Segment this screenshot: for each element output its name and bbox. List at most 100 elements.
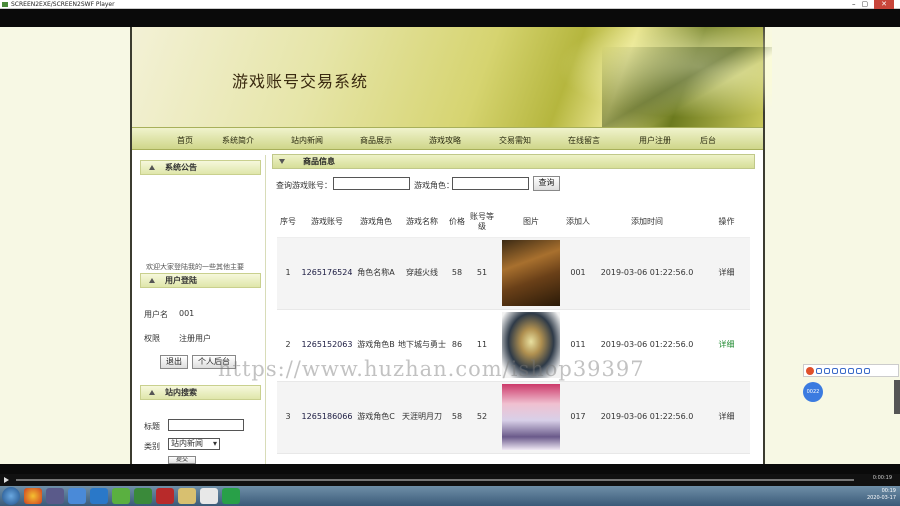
clock-time: 00:19 [881,488,896,494]
app-icon[interactable] [112,488,130,504]
window-title: SCREEN2EXE/SCREEN2SWF Player [11,1,115,8]
role-search-label: 游戏角色： [414,181,454,190]
ime-keyboard-icon[interactable] [848,367,854,374]
window-titlebar: SCREEN2EXE/SCREEN2SWF Player [0,0,900,9]
app-icon[interactable] [46,488,64,504]
row-image-cell [497,381,565,454]
ime-tools-icon[interactable] [864,367,870,374]
row-level: 51 [467,237,497,310]
ime-skin-icon[interactable] [856,367,862,374]
role-search-input[interactable] [452,177,529,190]
app-icon [2,2,8,7]
seek-bar[interactable] [16,479,854,481]
row-account: 1265176524 [299,237,355,310]
floating-badge[interactable]: 0022 [803,382,823,402]
goods-table: 序号 游戏账号 游戏角色 游戏名称 价格 账号等级 图片 添加人 添加时间 操作… [277,208,750,454]
notice-title: 系统公告 [165,163,197,172]
account-label: 游戏账号： [292,181,332,190]
minimize-button[interactable]: – [852,0,856,9]
sogou-icon[interactable] [806,366,814,375]
col-time: 添加时间 [591,208,703,238]
watermark-url: https://www.huzhan.com/ishop39397 [218,357,645,381]
col-action: 操作 [703,208,750,238]
nav-about[interactable]: 系统简介 [222,135,254,146]
login-title: 用户登陆 [165,276,197,285]
row-level: 52 [467,381,497,454]
browser-icon[interactable] [90,488,108,504]
player-bottom-margin [0,464,900,474]
search-category-select[interactable]: 站内新闻 ▾ [168,438,220,450]
table-header-row: 序号 游戏账号 游戏角色 游戏名称 价格 账号等级 图片 添加人 添加时间 操作 [277,208,750,238]
nav-guides[interactable]: 游戏攻略 [429,135,461,146]
ime-mode-icon[interactable] [816,367,822,374]
nav-messages[interactable]: 在线留言 [568,135,600,146]
table-row: 3 1265186066 游戏角色C 天涯明月刀 58 52 017 2019-… [277,381,750,454]
goods-panel-head: 商品信息 [272,154,755,169]
row-game: 天涯明月刀 [397,381,447,454]
role-value: 注册用户 [179,334,211,343]
chrome-icon[interactable] [24,488,42,504]
detail-link[interactable]: 详细 [703,237,750,310]
nav-admin[interactable]: 后台 [700,135,716,146]
col-level: 账号等级 [467,208,497,238]
search-panel-head: 站内搜索 [140,385,261,400]
ime-emoji-icon[interactable] [832,367,838,374]
start-button[interactable] [2,487,20,505]
col-account: 游戏账号 [299,208,355,238]
maximize-button[interactable]: ▢ [862,0,869,9]
ime-toolbar [803,364,899,377]
clock-date: 2020-03-17 [866,495,896,501]
spreadsheet-icon[interactable] [134,488,152,504]
nav-home[interactable]: 首页 [177,135,193,146]
nav-trade-notes[interactable]: 交易需知 [499,135,531,146]
chevron-down-icon: ▾ [212,439,217,448]
role-label: 权限 [144,334,160,343]
login-panel-head: 用户登陆 [140,273,261,288]
row-account: 1265186066 [299,381,355,454]
row-price: 58 [447,237,467,310]
row-no: 1 [277,237,299,310]
nav-products[interactable]: 商品展示 [360,135,392,146]
row-no: 3 [277,381,299,454]
ime-voice-icon[interactable] [840,367,846,374]
search-title-input[interactable] [168,419,244,431]
scrollbar-thumb[interactable] [894,380,900,414]
search-submit-button[interactable]: 提交 [168,456,196,464]
app-icon[interactable] [68,488,86,504]
ime-punct-icon[interactable] [824,367,830,374]
site-banner: 游戏账号交易系统 [132,27,772,127]
site-title: 游戏账号交易系统 [232,72,369,91]
logout-button[interactable]: 退出 [160,355,188,369]
col-no: 序号 [277,208,299,238]
folder-icon[interactable] [178,488,196,504]
nav-register[interactable]: 用户注册 [639,135,671,146]
game-poster-image [502,384,560,450]
triangle-down-icon [279,159,285,164]
query-label: 查询 [276,181,292,190]
table-row: 1 1265176524 角色名称A 穿越火线 58 51 001 2019-0… [277,237,750,310]
col-image: 图片 [497,208,565,238]
player-top-margin [0,9,900,27]
account-search-input[interactable] [333,177,410,190]
system-tray: 00:19 2020-03-17 [867,488,896,502]
username-value: 001 [179,309,195,318]
row-time: 2019-03-06 01:22:56.0 [591,381,703,454]
search-title: 站内搜索 [165,388,197,397]
query-button[interactable]: 查询 [533,176,560,191]
flash-icon[interactable] [156,488,174,504]
page-background-right [765,27,900,464]
detail-link[interactable]: 详细 [703,309,750,382]
triangle-icon [149,165,155,170]
triangle-icon [149,278,155,283]
col-adder: 添加人 [565,208,591,238]
detail-link[interactable]: 详细 [703,381,750,454]
nav-news[interactable]: 站内新闻 [291,135,323,146]
player-icon[interactable] [222,488,240,504]
row-time: 2019-03-06 01:22:56.0 [591,237,703,310]
play-icon[interactable] [4,477,9,483]
qq-icon[interactable] [200,488,218,504]
main-nav: 首页 系统简介 站内新闻 商品展示 游戏攻略 交易需知 在线留言 用户注册 后台 [132,127,763,150]
search-category-label: 类别 [144,442,160,451]
close-button[interactable]: ✕ [874,0,894,9]
page-background-left [0,27,130,464]
